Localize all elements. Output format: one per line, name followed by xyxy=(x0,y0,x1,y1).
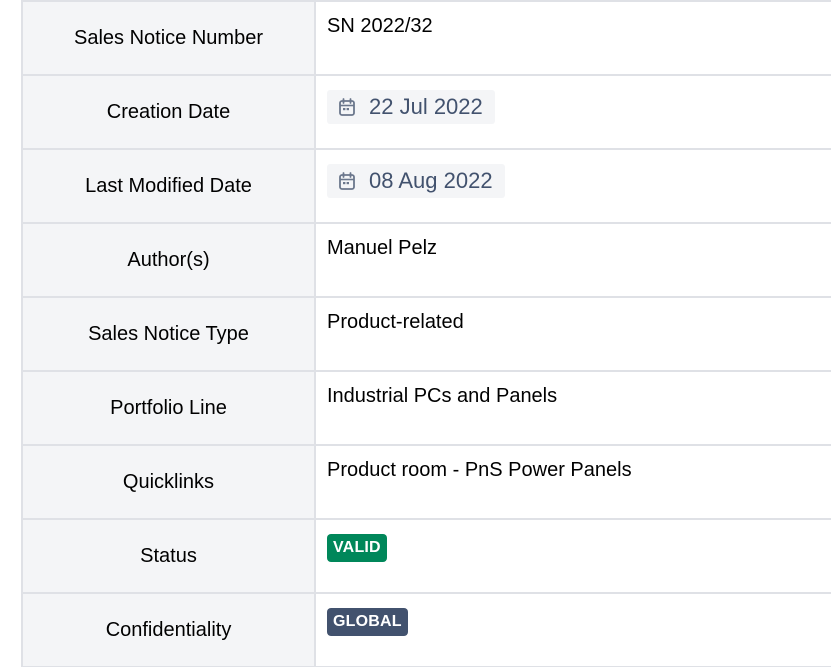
sales-notice-number-label: Sales Notice Number xyxy=(21,0,316,76)
quicklinks-value[interactable]: Product room - PnS Power Panels xyxy=(314,444,831,520)
last-modified-date-value: 08 Aug 2022 xyxy=(369,168,493,193)
sales-notice-type-value: Product-related xyxy=(314,296,831,372)
table-row: Author(s) Manuel Pelz xyxy=(21,222,831,298)
table-row: Sales Notice Number SN 2022/32 xyxy=(21,0,831,76)
portfolio-line-label: Portfolio Line xyxy=(21,370,316,446)
status-cell: VALID xyxy=(314,518,831,594)
confidentiality-label: Confidentiality xyxy=(21,592,316,667)
table-row: Portfolio Line Industrial PCs and Panels xyxy=(21,370,831,446)
calendar-icon xyxy=(339,98,355,116)
creation-date-chip[interactable]: 22 Jul 2022 xyxy=(327,90,495,124)
last-modified-date-chip[interactable]: 08 Aug 2022 xyxy=(327,164,505,198)
creation-date-value: 22 Jul 2022 xyxy=(369,94,483,119)
table-row: Last Modified Date 08 Aug 2022 xyxy=(21,148,831,224)
status-badge: VALID xyxy=(327,534,387,562)
status-label: Status xyxy=(21,518,316,594)
table-row: Quicklinks Product room - PnS Power Pane… xyxy=(21,444,831,520)
creation-date-label: Creation Date xyxy=(21,74,316,150)
sales-notice-number-value: SN 2022/32 xyxy=(314,0,831,76)
authors-value: Manuel Pelz xyxy=(314,222,831,298)
authors-label: Author(s) xyxy=(21,222,316,298)
last-modified-date-label: Last Modified Date xyxy=(21,148,316,224)
confidentiality-cell: GLOBAL xyxy=(314,592,831,667)
confidentiality-badge: GLOBAL xyxy=(327,608,408,636)
table-row: Creation Date 22 Jul 2022 xyxy=(21,74,831,150)
properties-table: Sales Notice Number SN 2022/32 Creation … xyxy=(21,0,831,667)
creation-date-cell: 22 Jul 2022 xyxy=(314,74,831,150)
quicklinks-label: Quicklinks xyxy=(21,444,316,520)
table-row: Status VALID xyxy=(21,518,831,594)
last-modified-date-cell: 08 Aug 2022 xyxy=(314,148,831,224)
table-row: Sales Notice Type Product-related xyxy=(21,296,831,372)
portfolio-line-value: Industrial PCs and Panels xyxy=(314,370,831,446)
sales-notice-type-label: Sales Notice Type xyxy=(21,296,316,372)
page-properties-panel: Sales Notice Number SN 2022/32 Creation … xyxy=(0,0,831,667)
table-row: Confidentiality GLOBAL xyxy=(21,592,831,667)
calendar-icon xyxy=(339,172,355,190)
